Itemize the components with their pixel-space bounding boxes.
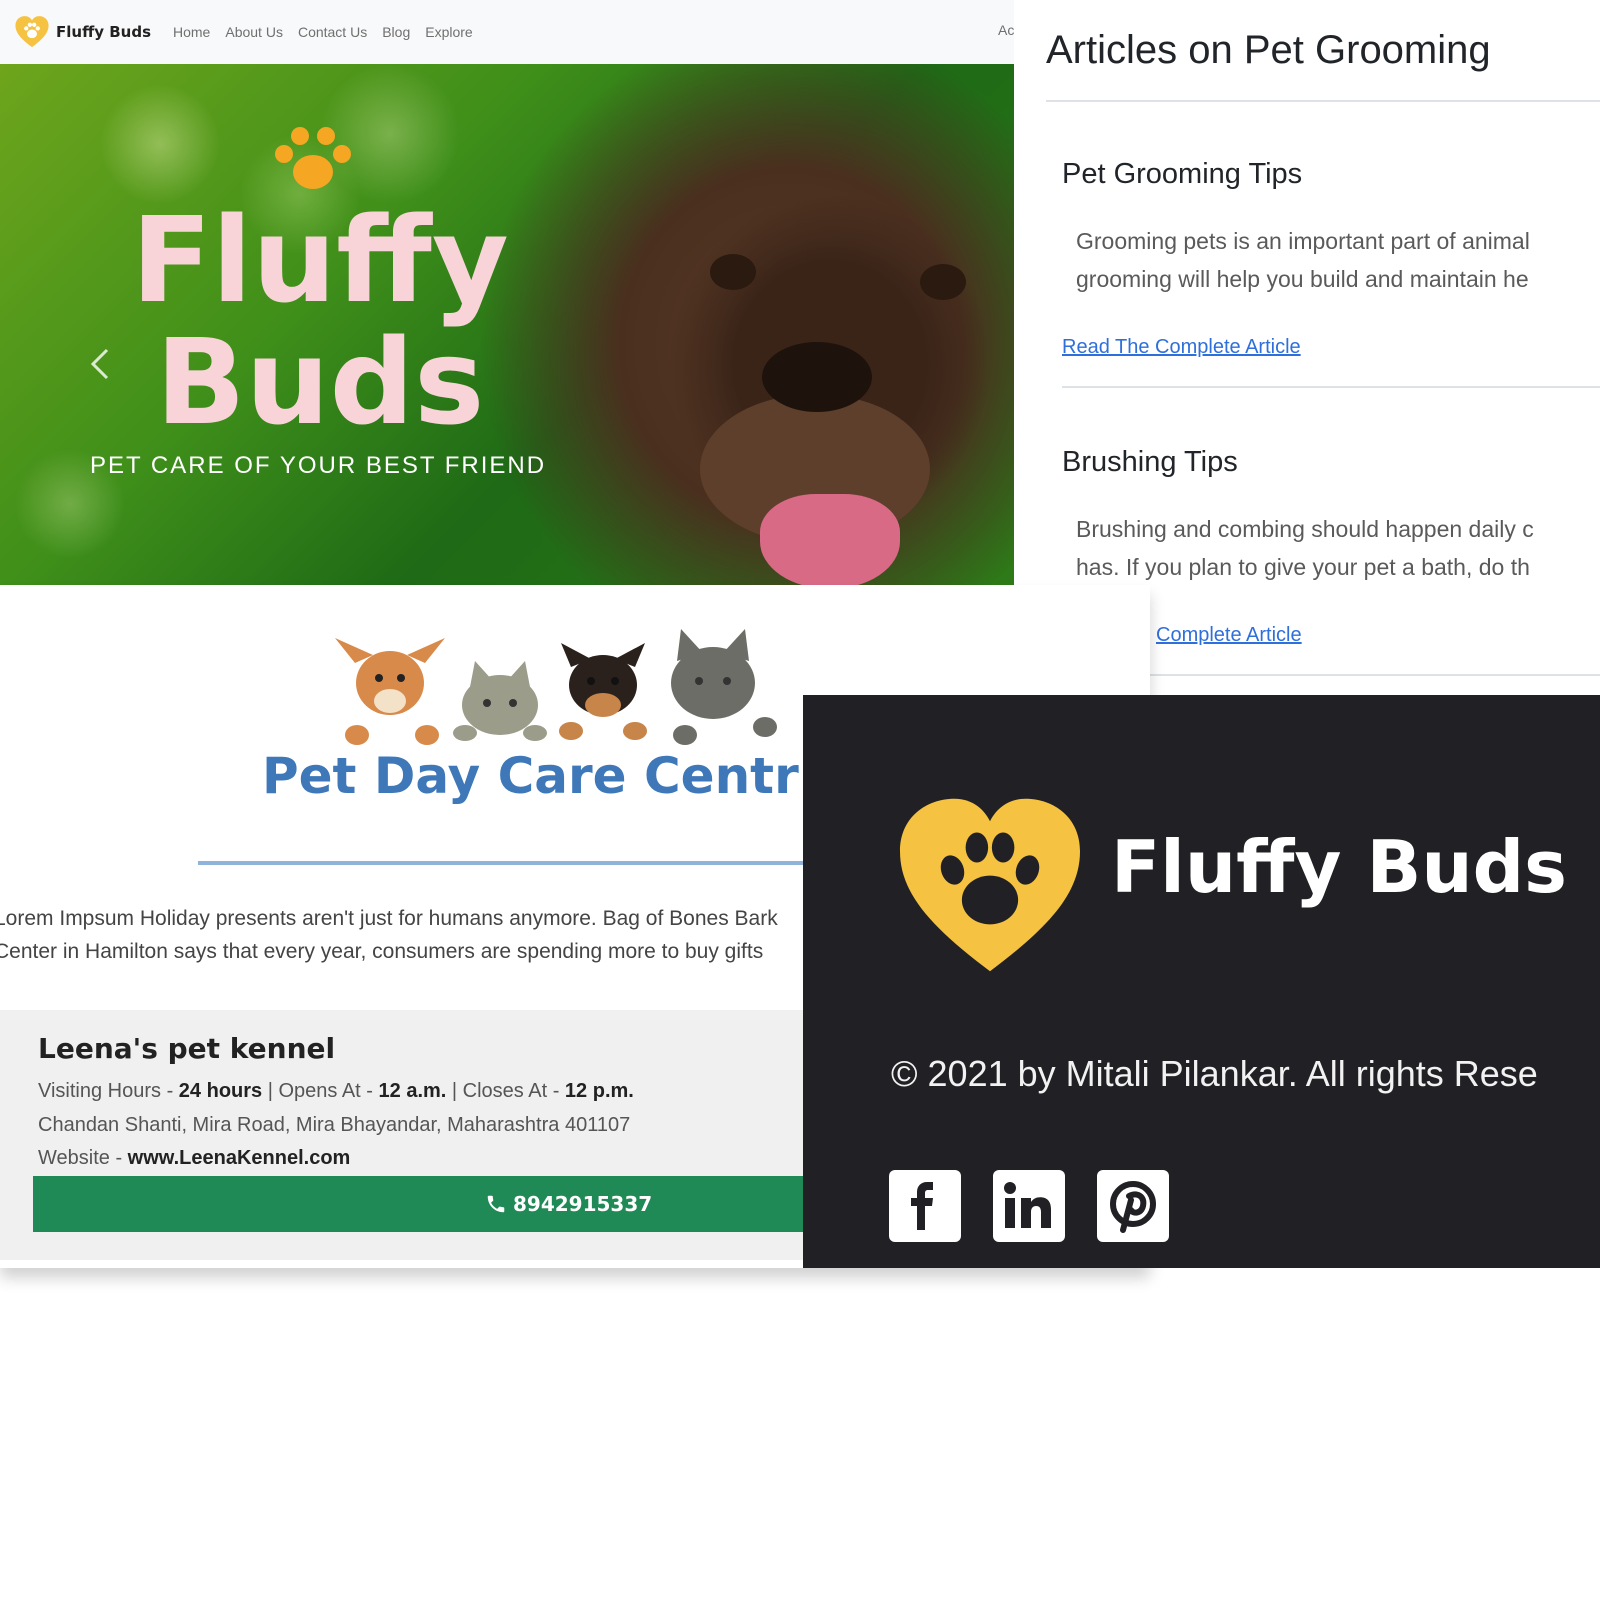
articles-heading: Articles on Pet Grooming	[1046, 28, 1491, 72]
nav-contact-us[interactable]: Contact Us	[298, 24, 367, 40]
footer-panel: Fluffy Buds © 2021 by Mitali Pilankar. A…	[803, 695, 1600, 1268]
footer-brand: Fluffy Buds	[1111, 825, 1567, 909]
linkedin-icon[interactable]	[993, 1170, 1065, 1242]
nav-about-us[interactable]: About Us	[225, 24, 283, 40]
phone-icon	[487, 1195, 505, 1213]
daycare-text-line: Center in Hamilton says that every year,…	[0, 940, 764, 963]
website-label: Website -	[38, 1147, 128, 1169]
hero-banner: Fluffy Buds PET CARE OF YOUR BEST FRIEND	[0, 64, 1014, 585]
chevron-left-icon[interactable]	[85, 344, 115, 384]
nav-blog[interactable]: Blog	[382, 24, 410, 40]
visiting-hours-label: Visiting Hours -	[38, 1080, 179, 1102]
hero-title: Fluffy Buds	[100, 199, 540, 443]
divider	[1046, 100, 1600, 102]
article-excerpt-line: Brushing and combing should happen daily…	[1076, 516, 1534, 542]
kennel-name: Leena's pet kennel	[38, 1032, 336, 1065]
opens-at-value: 12 a.m.	[378, 1080, 447, 1102]
puppy-right-eye	[920, 264, 966, 300]
hero-panel: Fluffy Buds Home About Us Contact Us Blo…	[0, 0, 1014, 585]
website-link[interactable]: www.LeenaKennel.com	[128, 1147, 351, 1169]
visiting-hours-value: 24 hours	[178, 1080, 263, 1102]
pets-illustration	[335, 629, 777, 745]
daycare-text-line: Lorem Impsum Holiday presents aren't jus…	[0, 907, 778, 930]
puppy-tongue	[760, 494, 900, 585]
paw-icon	[275, 127, 351, 189]
copyright-text: © 2021 by Mitali Pilankar. All rights Re…	[891, 1053, 1538, 1094]
navbar: Fluffy Buds Home About Us Contact Us Blo…	[0, 0, 1014, 64]
heart-paw-logo-icon[interactable]	[14, 14, 50, 50]
nav-explore[interactable]: Explore	[425, 24, 472, 40]
closes-at-value: 12 p.m.	[564, 1080, 634, 1102]
kennel-hours: Visiting Hours - 24 hours | Opens At - 1…	[38, 1080, 634, 1103]
article-excerpt-line: has. If you plan to give your pet a bath…	[1076, 554, 1530, 580]
kennel-website: Website - www.LeenaKennel.com	[38, 1147, 350, 1170]
read-article-link[interactable]: Complete Article	[1156, 624, 1302, 647]
article-excerpt-line: Grooming pets is an important part of an…	[1076, 228, 1530, 254]
hero-tagline: PET CARE OF YOUR BEST FRIEND	[90, 452, 547, 479]
hero-title-line2: Buds	[155, 313, 485, 451]
closes-at-label: | Closes At -	[446, 1080, 565, 1102]
read-article-link[interactable]: Read The Complete Article	[1062, 336, 1301, 359]
divider	[1062, 386, 1600, 388]
nav-home[interactable]: Home	[173, 24, 210, 40]
pinterest-icon[interactable]	[1097, 1170, 1169, 1242]
nav-brand[interactable]: Fluffy Buds	[56, 23, 151, 41]
nav-truncated-item[interactable]: Ac	[998, 22, 1014, 38]
hero-title-line1: Fluffy	[131, 191, 509, 329]
facebook-icon[interactable]	[889, 1170, 961, 1242]
article-title: Brushing Tips	[1062, 446, 1238, 478]
puppy-nose	[762, 342, 872, 412]
phone-number: 8942915337	[513, 1192, 653, 1216]
article-title: Pet Grooming Tips	[1062, 158, 1303, 190]
daycare-title: Pet Day Care Centr	[262, 747, 799, 805]
opens-at-label: | Opens At -	[262, 1080, 379, 1102]
puppy-left-eye	[710, 254, 756, 290]
divider	[198, 861, 818, 865]
kennel-address: Chandan Shanti, Mira Road, Mira Bhayanda…	[38, 1114, 631, 1136]
article-excerpt-line: grooming will help you build and maintai…	[1076, 266, 1529, 292]
heart-paw-logo-icon	[900, 798, 1080, 972]
